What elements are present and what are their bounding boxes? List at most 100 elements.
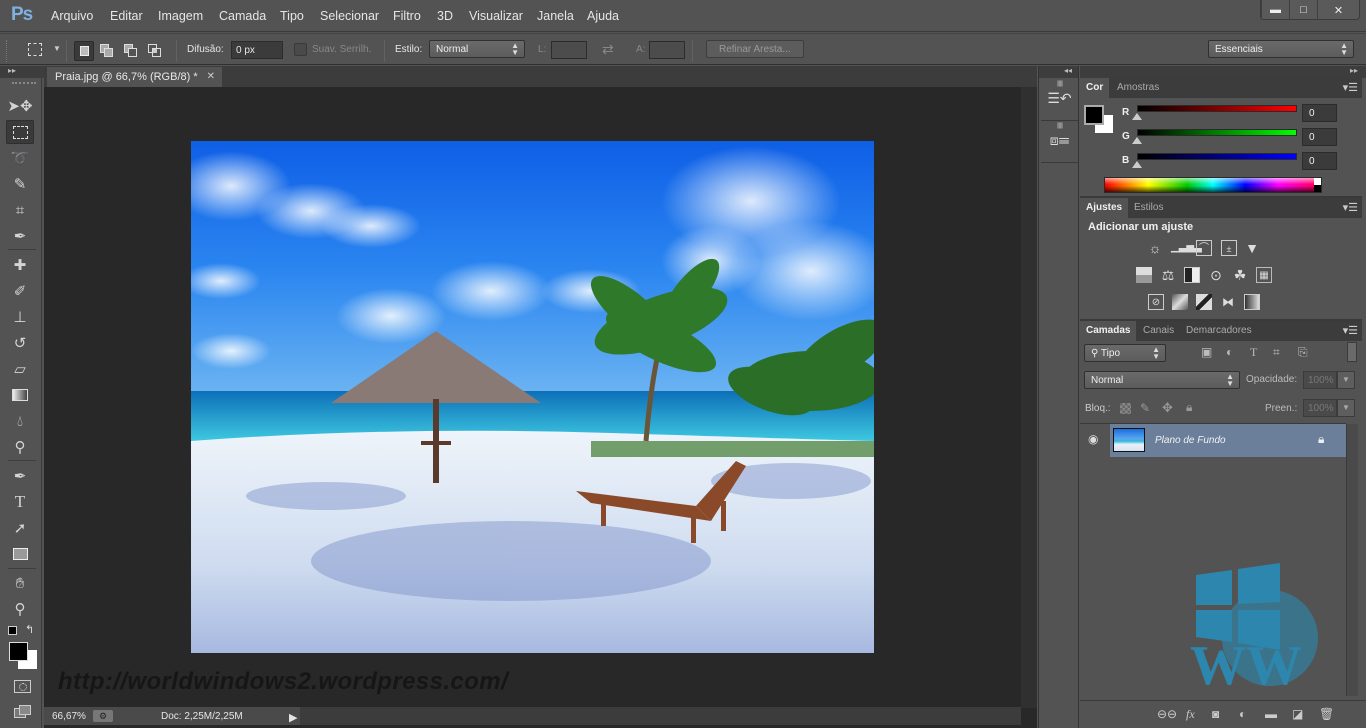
height-input[interactable] xyxy=(649,41,685,59)
workspace-select[interactable]: Essenciais ▲ ▼ xyxy=(1208,40,1354,58)
eyedropper-tool[interactable]: ✒ xyxy=(6,224,34,248)
fill-dropdown-icon[interactable]: ▼ xyxy=(1337,399,1355,417)
exposure-icon[interactable]: ± xyxy=(1221,240,1237,256)
filter-type-icon[interactable]: T xyxy=(1250,345,1257,360)
preset-dropdown-icon[interactable]: ▼ xyxy=(53,44,61,53)
new-layer-icon[interactable]: ◪ xyxy=(1292,707,1303,721)
new-selection-button[interactable] xyxy=(74,41,94,61)
panel-menu-icon[interactable]: ▾☰ xyxy=(1343,324,1358,337)
add-to-selection-button[interactable] xyxy=(97,41,117,61)
crop-tool[interactable]: ⌗ xyxy=(6,198,34,222)
refine-edge-button[interactable]: Refinar Aresta... xyxy=(706,40,804,58)
rectangular-marquee-tool[interactable] xyxy=(6,120,34,144)
lock-transparency-icon[interactable] xyxy=(1120,403,1131,414)
tab-camadas[interactable]: Camadas xyxy=(1080,321,1137,341)
menu-visualizar[interactable]: Visualizar xyxy=(469,9,523,23)
foreground-color-swatch[interactable] xyxy=(9,642,28,661)
green-slider-thumb[interactable] xyxy=(1132,137,1142,144)
photo-filter-icon[interactable]: ⊙ xyxy=(1208,267,1224,283)
menu-selecionar[interactable]: Selecionar xyxy=(320,9,379,23)
menu-camada[interactable]: Camada xyxy=(219,9,266,23)
opacity-input[interactable]: 100% xyxy=(1303,371,1337,389)
menu-arquivo[interactable]: Arquivo xyxy=(51,9,93,23)
history-panel-button[interactable]: |||||||||| ☰↶ xyxy=(1041,79,1078,121)
new-adjustment-layer-icon[interactable]: ◐ xyxy=(1239,707,1246,721)
green-value-input[interactable]: 0 xyxy=(1302,128,1337,146)
3d-properties-button[interactable]: |||||||||| ⧈☰ xyxy=(1041,121,1078,163)
red-slider-thumb[interactable] xyxy=(1132,113,1142,120)
width-input[interactable] xyxy=(551,41,587,59)
blend-mode-select[interactable]: Normal ▲ ▼ xyxy=(1084,371,1240,389)
green-slider-track[interactable] xyxy=(1137,129,1297,136)
invert-icon[interactable]: ⊘ xyxy=(1148,294,1164,310)
vibrance-icon[interactable]: ▼ xyxy=(1244,240,1260,256)
channel-mixer-icon[interactable]: ☘ xyxy=(1232,267,1248,283)
swap-colors-icon[interactable]: ↰ xyxy=(25,623,34,636)
filter-shape-icon[interactable]: ⌗ xyxy=(1273,345,1280,360)
menu-imagem[interactable]: Imagem xyxy=(158,9,203,23)
style-select[interactable]: Normal ▲ ▼ xyxy=(429,40,525,58)
blue-slider-track[interactable] xyxy=(1137,153,1297,160)
hand-tool[interactable]: ✋︎ xyxy=(6,571,34,595)
fx-icon[interactable]: fx xyxy=(1186,707,1195,722)
brightness-contrast-icon[interactable]: ☼ xyxy=(1147,240,1163,256)
levels-icon[interactable]: ▁▃▅▃ xyxy=(1171,240,1202,256)
tools-grip[interactable] xyxy=(12,82,36,85)
tab-amostras[interactable]: Amostras xyxy=(1111,78,1165,98)
fill-input[interactable]: 100% xyxy=(1303,399,1337,417)
color-lookup-icon[interactable]: ▦ xyxy=(1256,267,1272,283)
lock-position-icon[interactable]: ✥ xyxy=(1162,400,1173,416)
lasso-tool[interactable]: ➰ xyxy=(6,146,34,170)
close-button[interactable]: ✕ xyxy=(1317,0,1359,19)
eraser-tool[interactable]: ▱ xyxy=(6,357,34,381)
filter-pixel-icon[interactable]: ▣ xyxy=(1201,345,1212,359)
layer-filter-select[interactable]: ⚲ Tipo ▲ ▼ xyxy=(1084,344,1166,362)
quick-mask-button[interactable] xyxy=(14,680,31,693)
gradient-map-icon[interactable]: ⧓ xyxy=(1220,294,1236,310)
menu-janela[interactable]: Janela xyxy=(537,9,574,23)
options-grip[interactable] xyxy=(6,40,9,62)
blur-tool[interactable]: 💧︎ xyxy=(6,409,34,433)
layer-row[interactable]: Plano de Fundo 🔒︎ xyxy=(1110,424,1346,457)
opacity-dropdown-icon[interactable]: ▼ xyxy=(1337,371,1355,389)
minimize-button[interactable]: ▬ xyxy=(1261,0,1289,19)
tab-cor[interactable]: Cor xyxy=(1080,78,1110,98)
default-colors-icon[interactable] xyxy=(8,626,17,635)
quick-selection-tool[interactable]: ✎ xyxy=(6,172,34,196)
tools-collapse-button[interactable]: ▸▸ xyxy=(0,66,44,78)
lock-pixels-icon[interactable]: ✎ xyxy=(1140,401,1150,415)
selective-color-icon[interactable] xyxy=(1244,294,1260,310)
pen-tool[interactable]: ✒ xyxy=(6,464,34,488)
subtract-from-selection-button[interactable] xyxy=(121,41,141,61)
zoom-level[interactable]: 66,67% xyxy=(52,711,86,722)
blue-slider-thumb[interactable] xyxy=(1132,161,1142,168)
foreground-color-swatch[interactable] xyxy=(1084,105,1104,125)
swap-dimensions-icon[interactable]: ⇄ xyxy=(602,41,614,58)
spectrum-white-swatch[interactable] xyxy=(1314,178,1321,185)
path-selection-tool[interactable]: ➚ xyxy=(6,516,34,540)
layer-name[interactable]: Plano de Fundo xyxy=(1155,435,1226,446)
tab-canais[interactable]: Canais xyxy=(1137,321,1180,341)
share-icon[interactable]: ⚙ xyxy=(93,710,113,722)
delete-layer-icon[interactable]: 🗑︎ xyxy=(1319,707,1334,721)
new-group-icon[interactable]: ▬ xyxy=(1265,707,1277,721)
brush-tool[interactable]: ✐ xyxy=(6,279,34,303)
feather-input[interactable]: 0 px xyxy=(231,41,283,59)
lock-all-icon[interactable]: 🔒︎ xyxy=(1186,400,1192,415)
type-tool[interactable]: T xyxy=(6,490,34,514)
filter-toggle-switch[interactable] xyxy=(1347,342,1357,362)
menu-tipo[interactable]: Tipo xyxy=(280,9,304,23)
document-tab[interactable]: Praia.jpg @ 66,7% (RGB/8) * ✕ xyxy=(47,67,222,87)
gradient-tool[interactable] xyxy=(6,383,34,407)
spot-healing-tool[interactable]: ✚ xyxy=(6,253,34,277)
filter-smart-object-icon[interactable]: ⎘ xyxy=(1298,345,1308,360)
close-tab-icon[interactable]: ✕ xyxy=(207,71,215,82)
color-balance-icon[interactable]: ⚖ xyxy=(1160,267,1176,283)
rectangle-tool[interactable] xyxy=(6,542,34,566)
menu-filtro[interactable]: Filtro xyxy=(393,9,421,23)
menu-3d[interactable]: 3D xyxy=(437,9,453,23)
tab-demarcadores[interactable]: Demarcadores xyxy=(1180,321,1258,341)
curves-icon[interactable]: ⌒ xyxy=(1196,240,1212,256)
marquee-preset-icon[interactable] xyxy=(28,43,42,56)
panel-menu-icon[interactable]: ▾☰ xyxy=(1343,81,1358,94)
